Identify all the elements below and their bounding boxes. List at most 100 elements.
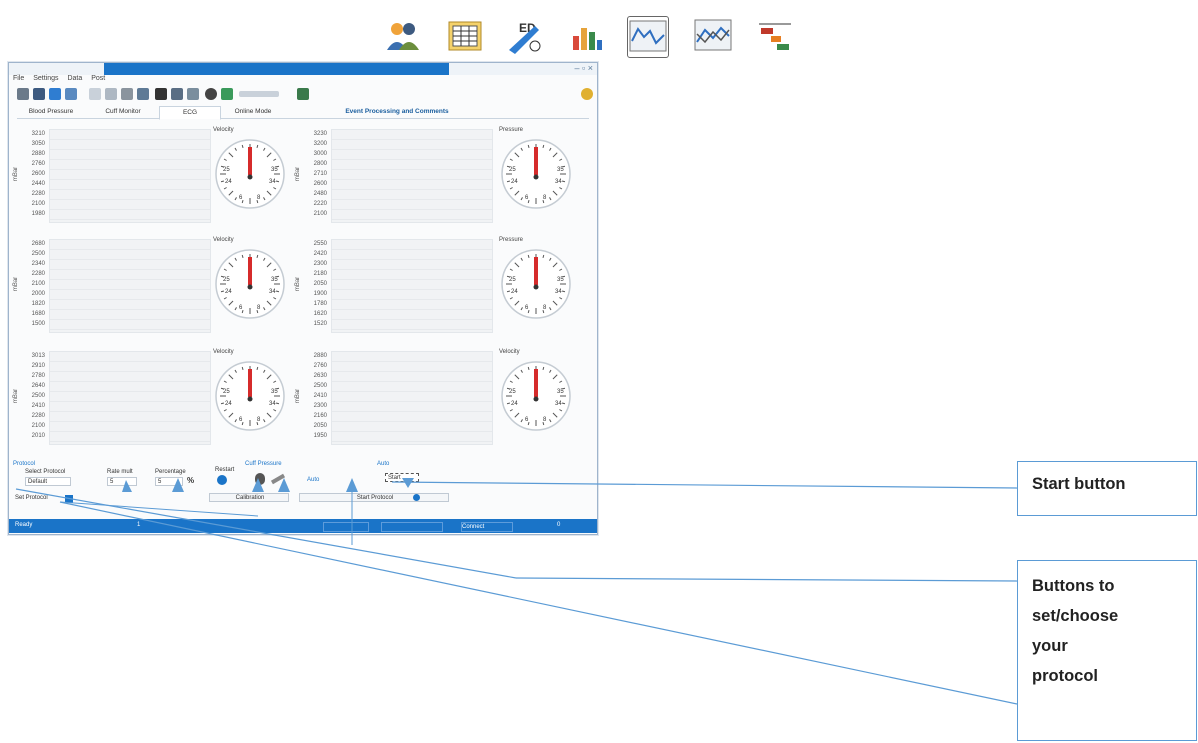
tab-event-processing[interactable]: Event Processing and Comments xyxy=(317,106,477,118)
tool-icon[interactable] xyxy=(137,88,149,100)
percentage-label: Percentage xyxy=(155,469,186,475)
y-tick-label: 2410 xyxy=(313,393,327,399)
y-tick-label: 1500 xyxy=(31,321,45,327)
menu-data[interactable]: Data xyxy=(67,75,82,82)
y-tick-label: 2160 xyxy=(313,413,327,419)
multi-line-chart-icon[interactable] xyxy=(693,16,733,56)
gauge-tick-label: 35 xyxy=(557,389,564,395)
protocol-select[interactable]: Default xyxy=(25,477,71,486)
gauge-hub xyxy=(533,284,539,290)
y-tick-label: 1620 xyxy=(313,311,327,317)
pencil-icon[interactable] xyxy=(270,473,286,485)
rate-input[interactable]: 5 xyxy=(107,477,137,486)
chart-grid xyxy=(50,240,210,332)
gauge-needle xyxy=(534,369,538,397)
y-tick-label: 2410 xyxy=(31,403,45,409)
record-icon[interactable] xyxy=(205,88,217,100)
chart-icon[interactable] xyxy=(105,88,117,100)
line-chart-icon[interactable] xyxy=(627,16,669,58)
y-tick-label: 2480 xyxy=(313,191,327,197)
refresh-icon[interactable] xyxy=(187,88,199,100)
y-tick-label: 2500 xyxy=(31,251,45,257)
gauge-needle xyxy=(534,147,538,175)
grid-icon[interactable] xyxy=(89,88,101,100)
y-tick-label: 2420 xyxy=(313,251,327,257)
users-icon[interactable] xyxy=(383,16,423,56)
gauge-tick-label: 34 xyxy=(555,401,562,407)
layout-icon[interactable] xyxy=(121,88,133,100)
callout-line: protocol xyxy=(1032,667,1098,685)
save-icon[interactable] xyxy=(33,88,45,100)
set-protocol-icon[interactable] xyxy=(65,495,73,503)
users-icon[interactable] xyxy=(49,88,61,100)
toolbar-field[interactable] xyxy=(239,91,279,97)
rate-label: Rate mult xyxy=(107,469,133,475)
y-tick-label: 2760 xyxy=(31,161,45,167)
tab-cuff-monitor[interactable]: Cuff Monitor xyxy=(89,106,157,118)
pointer-icon[interactable] xyxy=(155,88,167,100)
y-tick-label: 1680 xyxy=(31,311,45,317)
group-label-auto: Auto xyxy=(377,461,390,467)
gauge-tick-label: 35 xyxy=(271,277,278,283)
edit-ed-icon[interactable]: ED xyxy=(505,16,545,56)
callout-start-button: Start button xyxy=(1017,461,1197,516)
y-tick-label: 2180 xyxy=(313,271,327,277)
gauge: 25 24 35 34 6 8 xyxy=(213,247,287,321)
cuff-icon[interactable] xyxy=(255,473,265,485)
start-protocol-button[interactable]: Start Protocol xyxy=(299,493,449,502)
chart-grid xyxy=(50,352,210,444)
y-tick-label: 2550 xyxy=(313,241,327,247)
calibration-button[interactable]: Calibration xyxy=(209,493,289,502)
restart-button[interactable] xyxy=(217,475,227,485)
gauge-tick-label: 34 xyxy=(269,289,276,295)
spreadsheet-icon[interactable] xyxy=(445,16,485,56)
tree-icon[interactable] xyxy=(297,88,309,100)
y-tick-label: 2100 xyxy=(31,281,45,287)
gauge: 25 24 35 34 6 8 xyxy=(499,247,573,321)
restart-label: Restart xyxy=(215,467,235,473)
gauge-needle xyxy=(248,257,252,285)
gauge-tick-label: 24 xyxy=(225,179,232,185)
gauge-tick-label: 25 xyxy=(223,277,230,283)
help-icon[interactable] xyxy=(581,88,593,100)
menu-post[interactable]: Post xyxy=(91,75,105,82)
gauge-tick-label: 35 xyxy=(557,277,564,283)
y-tick-label: 2300 xyxy=(313,261,327,267)
play-icon[interactable] xyxy=(221,88,233,100)
y-tick-label: 1950 xyxy=(313,433,327,439)
bar-chart-icon[interactable] xyxy=(567,16,607,56)
chart-panel xyxy=(331,351,493,445)
app-window: – ▫ × File Settings Data Post Blood Pres… xyxy=(8,62,598,535)
gauge-tick-label: 34 xyxy=(555,289,562,295)
tab-online-mode[interactable]: Online Mode xyxy=(223,106,283,118)
status-bar: Ready 1 Connect 0 xyxy=(9,519,597,533)
tab-blood-pressure[interactable]: Blood Pressure xyxy=(17,106,85,118)
gauge-hub xyxy=(247,174,253,180)
menu-bar: File Settings Data Post xyxy=(9,75,597,85)
gauge-label: Velocity xyxy=(499,349,520,355)
percentage-input[interactable]: 5 xyxy=(155,477,183,486)
y-tick-label: 2280 xyxy=(31,191,45,197)
menu-settings[interactable]: Settings xyxy=(33,75,58,82)
timeline-icon[interactable] xyxy=(755,16,795,56)
connect-button[interactable]: Connect xyxy=(461,522,513,532)
home-icon[interactable] xyxy=(17,88,29,100)
menu-file[interactable]: File xyxy=(13,75,24,82)
set-protocol-label: Set Protocol xyxy=(15,495,48,501)
chart-panel xyxy=(49,239,211,333)
y-tick-label: 2340 xyxy=(31,261,45,267)
tab-ecg[interactable]: ECG xyxy=(159,106,221,120)
callout-protocol-buttons: Buttons to set/choose your protocol xyxy=(1017,560,1197,741)
window-controls[interactable]: – ▫ × xyxy=(575,63,593,73)
y-tick-label: 2050 xyxy=(313,423,327,429)
y-tick-label: 2800 xyxy=(313,161,327,167)
y-tick-label: 1820 xyxy=(31,301,45,307)
gauge-needle xyxy=(534,257,538,285)
y-tick-label: 2440 xyxy=(31,181,45,187)
filter-icon[interactable] xyxy=(171,88,183,100)
y-tick-label: 2220 xyxy=(313,201,327,207)
import-icon[interactable] xyxy=(65,88,77,100)
gauge-label: Velocity xyxy=(213,237,234,243)
y-tick-label: 2280 xyxy=(31,413,45,419)
start-button[interactable]: Start xyxy=(385,473,419,482)
